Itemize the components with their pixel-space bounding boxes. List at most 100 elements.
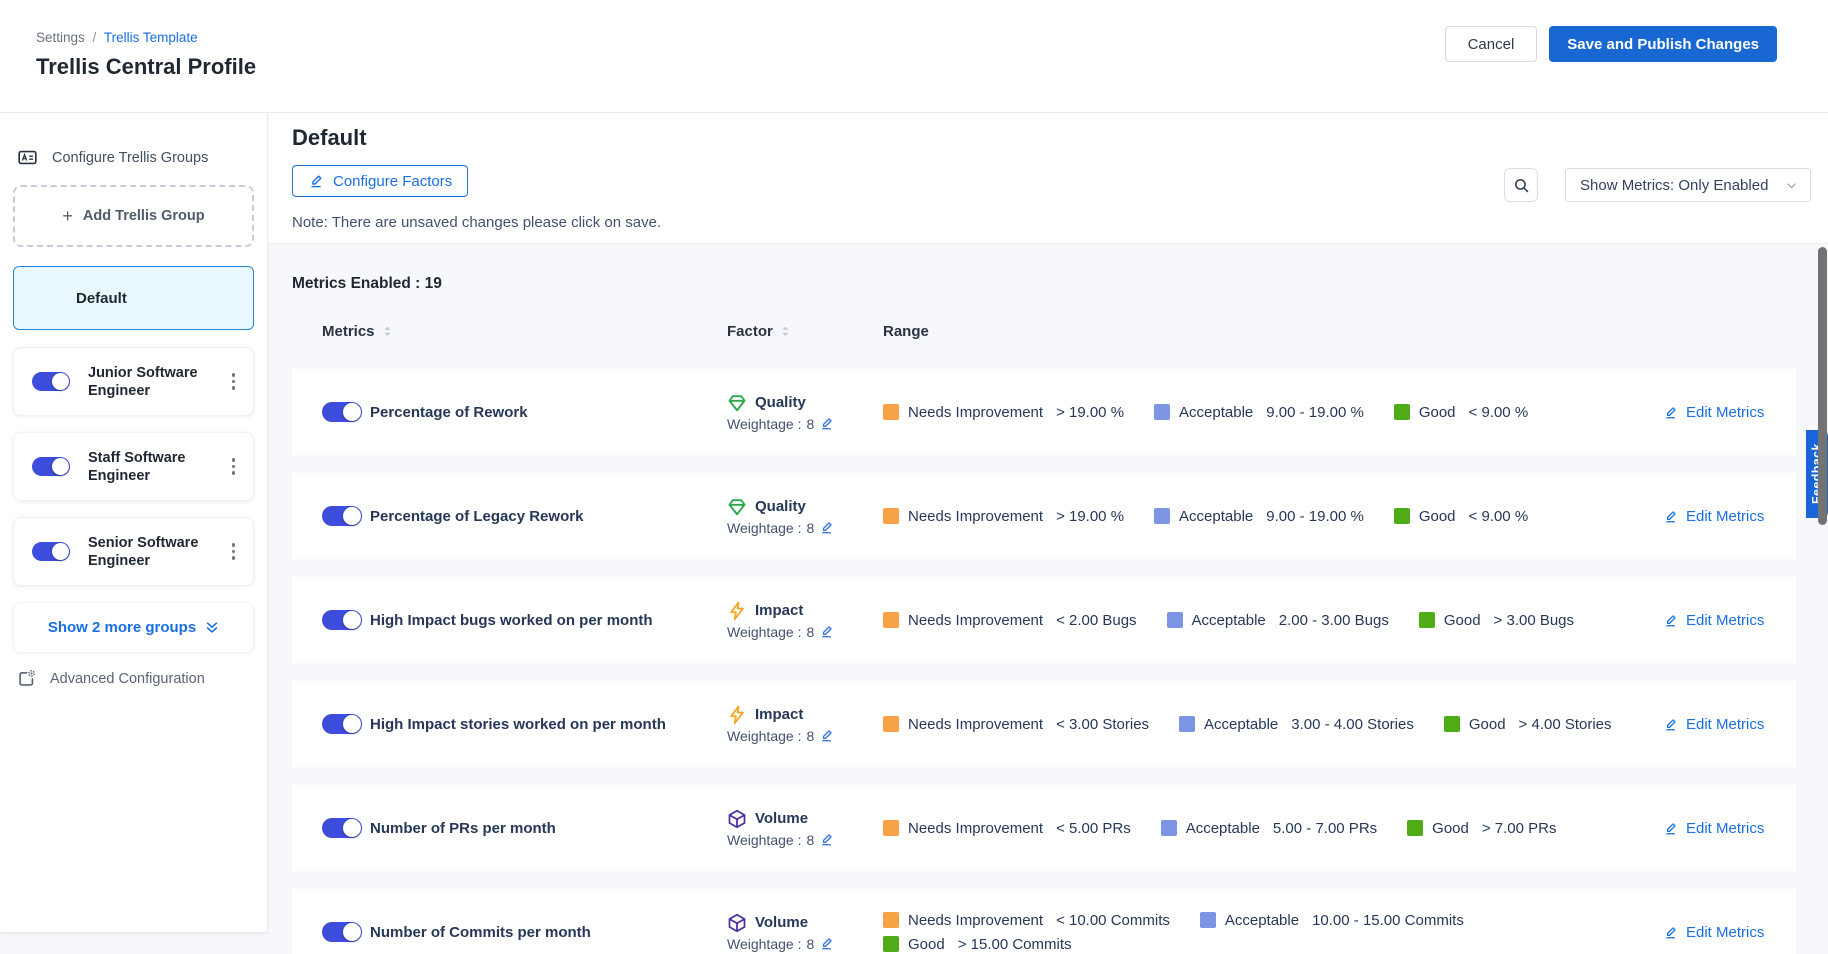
range-chip: Needs Improvement < 5.00 PRs	[883, 820, 1131, 837]
weightage-label: Weightage : 8	[727, 728, 883, 744]
metric-enabled-toggle[interactable]	[322, 922, 362, 942]
vertical-scrollbar-thumb[interactable]	[1818, 247, 1827, 525]
sort-icon[interactable]	[381, 324, 394, 339]
edit-metrics-link[interactable]: Edit Metrics	[1663, 716, 1796, 733]
range-level-label: Good	[1444, 612, 1481, 629]
edit-metrics-link[interactable]: Edit Metrics	[1663, 820, 1796, 837]
metric-name: Number of PRs per month	[370, 820, 727, 837]
metric-table-row: Number of Commits per month Volume Weigh…	[292, 889, 1796, 954]
range-value: 9.00 - 19.00 %	[1266, 508, 1364, 525]
configure-factors-button[interactable]: Configure Factors	[292, 165, 468, 197]
weightage-label: Weightage : 8	[727, 832, 883, 848]
range-value: < 2.00 Bugs	[1056, 612, 1136, 629]
metric-table-row: High Impact stories worked on per month …	[292, 681, 1796, 767]
range-color-swatch	[1394, 404, 1410, 420]
metric-enabled-toggle[interactable]	[322, 402, 362, 422]
range-value: > 15.00 Commits	[958, 936, 1072, 953]
edit-weightage-pencil-icon[interactable]	[819, 936, 834, 951]
factor-cell: Volume Weightage : 8	[727, 809, 883, 848]
range-value: 10.00 - 15.00 Commits	[1312, 912, 1464, 929]
breadcrumb-settings-link[interactable]: Settings	[36, 30, 85, 45]
edit-pencil-icon	[1663, 925, 1678, 940]
range-color-swatch	[883, 912, 899, 928]
gem-factor-icon	[727, 393, 747, 413]
group-heading: Default	[292, 125, 1828, 151]
group-name: Senior Software Engineer	[88, 534, 210, 570]
edit-pencil-icon	[1663, 405, 1678, 420]
range-color-swatch	[1407, 820, 1423, 836]
metrics-table-panel: Metrics Enabled : 19 Metrics Factor Rang…	[268, 243, 1828, 954]
edit-metrics-link[interactable]: Edit Metrics	[1663, 508, 1796, 525]
range-color-swatch	[1419, 612, 1435, 628]
page-title: Trellis Central Profile	[36, 54, 256, 80]
edit-weightage-pencil-icon[interactable]	[819, 624, 834, 639]
range-color-swatch	[1179, 716, 1195, 732]
range-value: 3.00 - 4.00 Stories	[1291, 716, 1414, 733]
weightage-label: Weightage : 8	[727, 416, 883, 432]
range-chip: Acceptable 9.00 - 19.00 %	[1154, 508, 1364, 525]
sort-icon[interactable]	[779, 324, 792, 339]
metric-enabled-toggle[interactable]	[322, 714, 362, 734]
trellis-group-card[interactable]: Senior Software Engineer	[13, 517, 254, 586]
range-color-swatch	[883, 820, 899, 836]
range-chip: Good > 3.00 Bugs	[1419, 612, 1574, 629]
trellis-group-card[interactable]: Junior Software Engineer	[13, 347, 254, 416]
kebab-menu-icon[interactable]	[226, 537, 242, 566]
range-value: < 5.00 PRs	[1056, 820, 1131, 837]
trellis-groups-badge-icon	[16, 148, 39, 167]
group-enabled-toggle[interactable]	[32, 457, 70, 476]
range-level-label: Acceptable	[1204, 716, 1278, 733]
show-metrics-dropdown[interactable]: Show Metrics: Only Enabled	[1565, 168, 1811, 202]
group-enabled-toggle[interactable]	[32, 542, 70, 561]
edit-pencil-icon	[308, 173, 324, 189]
edit-metrics-link[interactable]: Edit Metrics	[1663, 612, 1796, 629]
save-and-publish-button[interactable]: Save and Publish Changes	[1549, 26, 1777, 62]
add-trellis-group-button[interactable]: + Add Trellis Group	[13, 185, 254, 247]
kebab-menu-icon[interactable]	[226, 367, 242, 396]
metric-enabled-toggle[interactable]	[322, 818, 362, 838]
range-level-label: Needs Improvement	[908, 716, 1043, 733]
trellis-group-card[interactable]: Staff Software Engineer	[13, 432, 254, 501]
edit-metrics-link[interactable]: Edit Metrics	[1663, 924, 1796, 941]
range-chip: Good > 7.00 PRs	[1407, 820, 1556, 837]
edit-weightage-pencil-icon[interactable]	[819, 520, 834, 535]
range-value: < 3.00 Stories	[1056, 716, 1149, 733]
range-cell: Needs Improvement > 19.00 % Acceptable 9…	[883, 508, 1663, 525]
range-cell: Needs Improvement < 2.00 Bugs Acceptable…	[883, 612, 1663, 629]
range-color-swatch	[1161, 820, 1177, 836]
metric-enabled-toggle[interactable]	[322, 610, 362, 630]
weightage-label: Weightage : 8	[727, 624, 883, 640]
range-level-label: Good	[1419, 404, 1456, 421]
metric-name: Number of Commits per month	[370, 924, 727, 941]
group-enabled-toggle[interactable]	[32, 372, 70, 391]
kebab-menu-icon[interactable]	[226, 452, 242, 481]
factor-label: Quality	[755, 394, 806, 411]
range-value: < 9.00 %	[1469, 404, 1529, 421]
sidebar-section-title: Configure Trellis Groups	[52, 150, 208, 166]
advanced-configuration-link[interactable]: Advanced Configuration	[13, 669, 254, 688]
show-more-groups-button[interactable]: Show 2 more groups	[13, 602, 254, 653]
range-chip: Needs Improvement < 10.00 Commits	[883, 912, 1170, 929]
range-color-swatch	[883, 936, 899, 952]
range-chip: Acceptable 10.00 - 15.00 Commits	[1200, 912, 1464, 929]
factor-cell: Impact Weightage : 8	[727, 705, 883, 744]
breadcrumb-trellis-template-link[interactable]: Trellis Template	[104, 30, 198, 45]
factor-cell: Volume Weightage : 8	[727, 913, 883, 952]
edit-weightage-pencil-icon[interactable]	[819, 832, 834, 847]
range-level-label: Needs Improvement	[908, 912, 1043, 929]
table-header-row: Metrics Factor Range	[292, 319, 1796, 343]
column-header-range: Range	[883, 323, 1663, 340]
advanced-configuration-icon	[16, 669, 37, 688]
edit-metrics-link[interactable]: Edit Metrics	[1663, 404, 1796, 421]
cancel-button[interactable]: Cancel	[1445, 26, 1538, 62]
range-chip: Needs Improvement < 3.00 Stories	[883, 716, 1149, 733]
range-level-label: Needs Improvement	[908, 508, 1043, 525]
metric-table-row: High Impact bugs worked on per month Imp…	[292, 577, 1796, 663]
search-button[interactable]	[1504, 168, 1538, 202]
edit-weightage-pencil-icon[interactable]	[819, 728, 834, 743]
metric-name: High Impact bugs worked on per month	[370, 612, 727, 629]
metric-enabled-toggle[interactable]	[322, 506, 362, 526]
range-color-swatch	[1394, 508, 1410, 524]
sidebar-item-default-group[interactable]: Default	[13, 266, 254, 330]
edit-weightage-pencil-icon[interactable]	[819, 416, 834, 431]
